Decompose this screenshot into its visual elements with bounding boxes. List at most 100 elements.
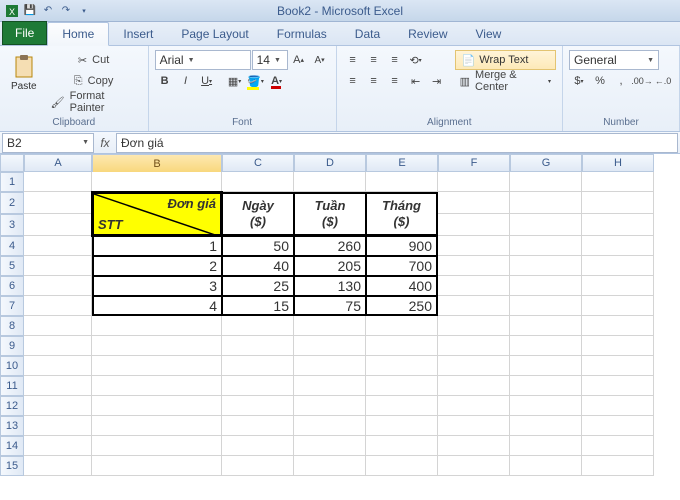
row-header[interactable]: 1 <box>0 172 24 192</box>
cell-E6[interactable]: 400 <box>366 276 438 296</box>
number-format-select[interactable]: General▼ <box>569 50 659 70</box>
row-header[interactable]: 5 <box>0 256 24 276</box>
cell-B14[interactable] <box>92 436 222 456</box>
cell-D4[interactable]: 260 <box>294 236 366 256</box>
cell-C9[interactable] <box>222 336 294 356</box>
percent-format-button[interactable]: % <box>590 71 610 91</box>
align-center-button[interactable]: ≡ <box>364 71 384 91</box>
paste-button[interactable]: Paste <box>6 50 42 95</box>
cell-F1[interactable] <box>438 172 510 192</box>
cell-C11[interactable] <box>222 376 294 396</box>
cell-A7[interactable] <box>24 296 92 316</box>
cell-G9[interactable] <box>510 336 582 356</box>
cell-H13[interactable] <box>582 416 654 436</box>
cell-H8[interactable] <box>582 316 654 336</box>
cell-A10[interactable] <box>24 356 92 376</box>
row-header[interactable]: 15 <box>0 456 24 476</box>
cell-A3[interactable] <box>24 214 92 236</box>
cell-G14[interactable] <box>510 436 582 456</box>
cell-F12[interactable] <box>438 396 510 416</box>
cell-E14[interactable] <box>366 436 438 456</box>
cell-G11[interactable] <box>510 376 582 396</box>
cell-C7[interactable]: 15 <box>222 296 294 316</box>
row-header[interactable]: 7 <box>0 296 24 316</box>
cell-G10[interactable] <box>510 356 582 376</box>
row-header[interactable]: 6 <box>0 276 24 296</box>
cell-G8[interactable] <box>510 316 582 336</box>
cell-C6[interactable]: 25 <box>222 276 294 296</box>
cell-E15[interactable] <box>366 456 438 476</box>
cell-H7[interactable] <box>582 296 654 316</box>
cell-B9[interactable] <box>92 336 222 356</box>
tab-data[interactable]: Data <box>341 23 394 45</box>
cell-C13[interactable] <box>222 416 294 436</box>
align-right-button[interactable]: ≡ <box>385 71 405 91</box>
cut-button[interactable]: ✂ Cut <box>46 50 142 70</box>
cell-E2[interactable]: Tháng($) <box>366 192 438 236</box>
tab-view[interactable]: View <box>462 23 516 45</box>
cell-B2[interactable]: Đơn giáSTT <box>92 192 222 236</box>
cell-D10[interactable] <box>294 356 366 376</box>
cell-H9[interactable] <box>582 336 654 356</box>
fx-icon[interactable]: fx <box>94 136 116 150</box>
cell-G5[interactable] <box>510 256 582 276</box>
cell-H1[interactable] <box>582 172 654 192</box>
grow-font-button[interactable]: A▴ <box>289 50 309 70</box>
row-header[interactable]: 2 <box>0 192 24 214</box>
cell-G1[interactable] <box>510 172 582 192</box>
name-box[interactable]: B2▼ <box>2 133 94 153</box>
cell-B6[interactable]: 3 <box>92 276 222 296</box>
cell-B10[interactable] <box>92 356 222 376</box>
cell-D9[interactable] <box>294 336 366 356</box>
italic-button[interactable]: I <box>176 71 196 91</box>
cell-D7[interactable]: 75 <box>294 296 366 316</box>
cell-D15[interactable] <box>294 456 366 476</box>
cell-A8[interactable] <box>24 316 92 336</box>
row-header[interactable]: 13 <box>0 416 24 436</box>
cell-G4[interactable] <box>510 236 582 256</box>
row-header[interactable]: 9 <box>0 336 24 356</box>
comma-format-button[interactable]: , <box>611 71 631 91</box>
cell-B4[interactable]: 1 <box>92 236 222 256</box>
col-header-G[interactable]: G <box>510 154 582 172</box>
cell-F3[interactable] <box>438 214 510 236</box>
cell-F11[interactable] <box>438 376 510 396</box>
row-header[interactable]: 14 <box>0 436 24 456</box>
cell-E7[interactable]: 250 <box>366 296 438 316</box>
cell-B7[interactable]: 4 <box>92 296 222 316</box>
row-header[interactable]: 12 <box>0 396 24 416</box>
align-bottom-button[interactable]: ≡ <box>385 50 405 70</box>
cell-H5[interactable] <box>582 256 654 276</box>
cell-A6[interactable] <box>24 276 92 296</box>
cell-C12[interactable] <box>222 396 294 416</box>
cell-F7[interactable] <box>438 296 510 316</box>
cell-H12[interactable] <box>582 396 654 416</box>
font-name-select[interactable]: Arial▼ <box>155 50 251 70</box>
cell-E13[interactable] <box>366 416 438 436</box>
align-top-button[interactable]: ≡ <box>343 50 363 70</box>
cell-G12[interactable] <box>510 396 582 416</box>
cell-H10[interactable] <box>582 356 654 376</box>
cell-D14[interactable] <box>294 436 366 456</box>
col-header-H[interactable]: H <box>582 154 654 172</box>
cell-D8[interactable] <box>294 316 366 336</box>
cell-C8[interactable] <box>222 316 294 336</box>
cell-F13[interactable] <box>438 416 510 436</box>
orientation-button[interactable]: ⟲▾ <box>406 50 426 70</box>
cell-G2[interactable] <box>510 192 582 214</box>
formula-bar[interactable]: Đơn giá <box>116 133 678 153</box>
tab-home[interactable]: Home <box>47 22 109 46</box>
cell-F4[interactable] <box>438 236 510 256</box>
cell-F8[interactable] <box>438 316 510 336</box>
increase-decimal-button[interactable]: .00→ <box>632 71 652 91</box>
row-header[interactable]: 4 <box>0 236 24 256</box>
format-painter-button[interactable]: 🖌 Format Painter <box>46 92 142 112</box>
cell-A14[interactable] <box>24 436 92 456</box>
tab-file[interactable]: File <box>2 21 47 45</box>
cell-D2[interactable]: Tuần($) <box>294 192 366 236</box>
cell-C4[interactable]: 50 <box>222 236 294 256</box>
cell-H2[interactable] <box>582 192 654 214</box>
row-header[interactable]: 3 <box>0 214 24 236</box>
decrease-decimal-button[interactable]: ←.0 <box>653 71 673 91</box>
cell-F15[interactable] <box>438 456 510 476</box>
